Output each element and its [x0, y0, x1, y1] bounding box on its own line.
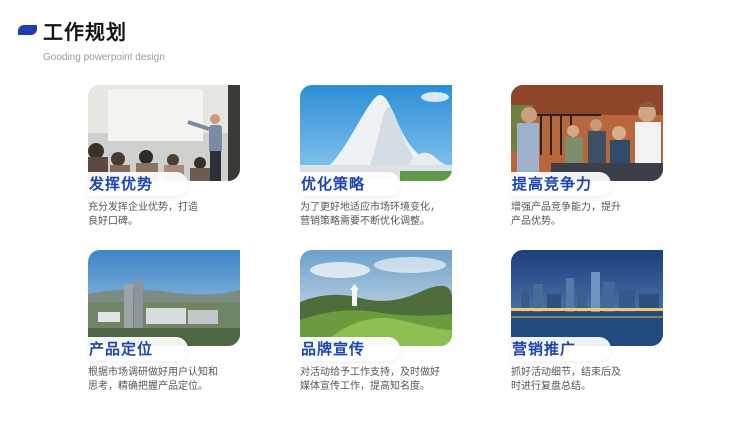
- card-title: 发挥优势: [89, 175, 154, 193]
- card-description-line: 媒体宣传工作，提高知名度。: [300, 381, 430, 392]
- hill-landscape-photo: [300, 250, 452, 346]
- page-subtitle: Gooding powerpoint design: [43, 52, 165, 63]
- city-night-photo: [511, 250, 663, 346]
- card-label: 发挥优势: [88, 172, 188, 196]
- card-product-positioning: 产品定位 根据市场调研做好用户认知和 思考，精确把握产品定位。: [88, 250, 253, 410]
- card-description-line: 时进行复盘总结。: [511, 381, 591, 392]
- card-label: 提高竞争力: [511, 172, 611, 196]
- card-description: 为了更好地适应市场环境变化， 营销策略需要不断优化调整。: [300, 201, 465, 229]
- card-description: 增强产品竞争能力，提升 产品优势。: [511, 201, 676, 229]
- card-optimize-strategy: 优化策略 为了更好地适应市场环境变化， 营销策略需要不断优化调整。: [300, 85, 465, 245]
- header-accent-mark: [18, 25, 37, 35]
- card-description-line: 充分发挥企业优势，打造: [88, 202, 198, 213]
- card-description-line: 抓好活动细节，结束后及: [511, 367, 621, 378]
- card-title: 营销推广: [512, 340, 577, 358]
- card-description: 充分发挥企业优势，打造 良好口碑。: [88, 201, 253, 229]
- card-label: 产品定位: [88, 337, 188, 361]
- card-description-line: 产品优势。: [511, 216, 561, 227]
- card-description-line: 增强产品竞争能力，提升: [511, 202, 621, 213]
- card-title: 产品定位: [89, 340, 154, 358]
- card-title: 提高竞争力: [512, 175, 593, 193]
- industrial-city-photo: [88, 250, 240, 346]
- card-label: 优化策略: [300, 172, 400, 196]
- card-label: 营销推广: [511, 337, 611, 361]
- page-title: 工作规划: [43, 20, 127, 44]
- card-leverage-advantages: 发挥优势 充分发挥企业优势，打造 良好口碑。: [88, 85, 253, 245]
- card-description: 根据市场调研做好用户认知和 思考，精确把握产品定位。: [88, 366, 253, 394]
- card-description-line: 良好口碑。: [88, 216, 138, 227]
- card-improve-competitiveness: 提高竞争力 增强产品竞争能力，提升 产品优势。: [511, 85, 676, 245]
- card-description-line: 为了更好地适应市场环境变化，: [300, 202, 440, 213]
- card-description: 抓好活动细节，结束后及 时进行复盘总结。: [511, 366, 676, 394]
- card-description-line: 思考，精确把握产品定位。: [88, 381, 208, 392]
- card-title: 品牌宣传: [301, 340, 366, 358]
- card-description-line: 根据市场调研做好用户认知和: [88, 367, 218, 378]
- presentation-photo: [88, 85, 240, 181]
- card-label: 品牌宣传: [300, 337, 400, 361]
- card-description-line: 营销策略需要不断优化调整。: [300, 216, 430, 227]
- card-description-line: 对活动给予工作支持，及时做好: [300, 367, 440, 378]
- card-title: 优化策略: [301, 175, 366, 193]
- students-photo: [511, 85, 663, 181]
- architecture-photo: [300, 85, 452, 181]
- card-brand-promotion: 品牌宣传 对活动给予工作支持，及时做好 媒体宣传工作，提高知名度。: [300, 250, 465, 410]
- card-marketing-promotion: 营销推广 抓好活动细节，结束后及 时进行复盘总结。: [511, 250, 676, 410]
- card-description: 对活动给予工作支持，及时做好 媒体宣传工作，提高知名度。: [300, 366, 465, 394]
